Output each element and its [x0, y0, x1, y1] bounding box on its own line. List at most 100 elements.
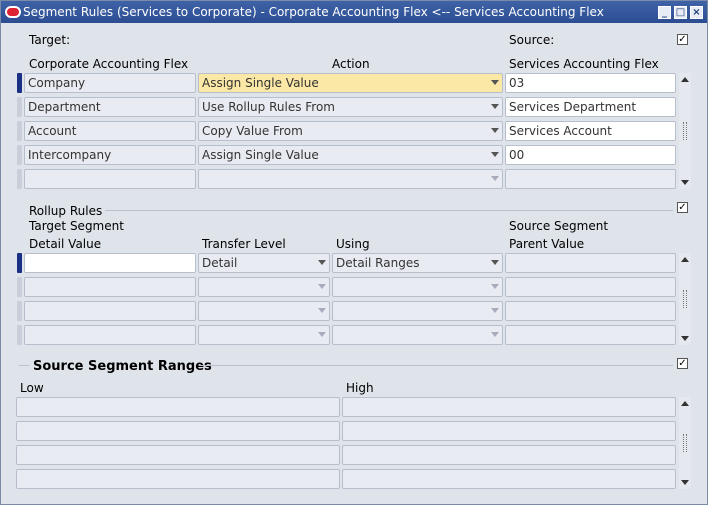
rollup-scrollbar[interactable] [679, 253, 691, 345]
scroll-up-icon[interactable] [681, 401, 689, 406]
rollup-checkbox[interactable]: ✓ [677, 202, 688, 213]
source-value-field[interactable]: Services Account [505, 121, 676, 141]
close-icon[interactable]: × [690, 6, 703, 19]
scroll-up-icon[interactable] [681, 257, 689, 262]
using-value: Detail Ranges [336, 256, 420, 270]
action-select[interactable]: Copy Value From [198, 121, 503, 141]
row-indicator[interactable] [17, 301, 22, 321]
row-indicator[interactable] [17, 121, 22, 141]
detail-value-field[interactable] [24, 253, 196, 273]
action-select[interactable]: Assign Single Value [198, 73, 503, 93]
ranges-divider [199, 365, 673, 366]
scroll-grip-icon[interactable] [683, 434, 687, 452]
chevron-down-icon [318, 260, 326, 265]
chevron-down-icon [318, 284, 326, 289]
using-select[interactable] [332, 325, 503, 345]
scroll-grip-icon[interactable] [683, 290, 687, 308]
row-indicator[interactable] [17, 277, 22, 297]
ranges-checkbox[interactable]: ✓ [677, 358, 688, 369]
scroll-down-icon[interactable] [681, 180, 689, 185]
target-segment-field[interactable]: Account [24, 121, 196, 141]
source-value-field[interactable]: 00 [505, 145, 676, 165]
col-target-segment: Target Segment [29, 219, 124, 233]
col-parent-value: Parent Value [509, 237, 585, 251]
scroll-grip-icon[interactable] [683, 122, 687, 140]
transfer-level-select[interactable] [198, 301, 330, 321]
transfer-level-select[interactable]: Detail [198, 253, 330, 273]
target-segment-field[interactable]: Department [24, 97, 196, 117]
source-checkbox[interactable]: ✓ [677, 34, 688, 45]
using-select[interactable] [332, 301, 503, 321]
action-select[interactable]: Assign Single Value [198, 145, 503, 165]
row-indicator[interactable] [17, 145, 22, 165]
source-segment-ranges-title: Source Segment Ranges [33, 359, 212, 374]
high-field[interactable] [342, 469, 676, 489]
low-field[interactable] [16, 469, 340, 489]
high-field[interactable] [342, 445, 676, 465]
transfer-level-select[interactable] [198, 325, 330, 345]
action-value: Copy Value From [202, 124, 303, 138]
parent-value-field[interactable] [505, 253, 676, 273]
title-bar: Segment Rules (Services to Corporate) - … [1, 1, 707, 23]
row-indicator[interactable] [17, 97, 22, 117]
detail-value-field[interactable] [24, 301, 196, 321]
col-action: Action [332, 57, 370, 71]
detail-value-field[interactable] [24, 325, 196, 345]
source-value-field[interactable] [505, 169, 676, 189]
chevron-down-icon [491, 104, 499, 109]
window-title: Segment Rules (Services to Corporate) - … [23, 5, 604, 19]
target-segment-field[interactable]: Intercompany [24, 145, 196, 165]
maximize-icon[interactable]: □ [674, 6, 687, 19]
high-field[interactable] [342, 421, 676, 441]
col-services-accounting-flex: Services Accounting Flex [509, 57, 659, 71]
target-segment-field[interactable]: Company [24, 73, 196, 93]
action-select[interactable]: Use Rollup Rules From [198, 97, 503, 117]
using-select[interactable]: Detail Ranges [332, 253, 503, 273]
low-field[interactable] [16, 397, 340, 417]
segments-scrollbar[interactable] [679, 73, 691, 189]
chevron-down-icon [491, 260, 499, 265]
scroll-up-icon[interactable] [681, 77, 689, 82]
chevron-down-icon [491, 332, 499, 337]
low-field[interactable] [16, 445, 340, 465]
using-select[interactable] [332, 277, 503, 297]
ranges-scrollbar[interactable] [679, 397, 691, 489]
source-value-field[interactable]: Services Department [505, 97, 676, 117]
source-label: Source: [509, 33, 555, 47]
row-indicator[interactable] [17, 325, 22, 345]
scroll-down-icon[interactable] [681, 480, 689, 485]
source-value-field[interactable]: 03 [505, 73, 676, 93]
detail-value-field[interactable] [24, 277, 196, 297]
scroll-down-icon[interactable] [681, 336, 689, 341]
parent-value-field[interactable] [505, 325, 676, 345]
parent-value-field[interactable] [505, 277, 676, 297]
target-segment-field[interactable] [24, 169, 196, 189]
chevron-down-icon [491, 80, 499, 85]
chevron-down-icon [491, 176, 499, 181]
transfer-level-value: Detail [202, 256, 238, 270]
chevron-down-icon [491, 308, 499, 313]
col-high: High [346, 381, 374, 395]
minimize-icon[interactable]: _ [658, 6, 671, 19]
oracle-logo-icon [5, 6, 21, 18]
chevron-down-icon [318, 332, 326, 337]
col-detail-value: Detail Value [29, 237, 102, 251]
segment-rules-window: Segment Rules (Services to Corporate) - … [0, 0, 708, 505]
transfer-level-select[interactable] [198, 277, 330, 297]
row-indicator[interactable] [17, 169, 22, 189]
col-transfer-level: Transfer Level [202, 237, 286, 251]
chevron-down-icon [491, 128, 499, 133]
low-field[interactable] [16, 421, 340, 441]
row-indicator[interactable] [17, 73, 22, 93]
action-select[interactable] [198, 169, 503, 189]
col-corporate-accounting-flex: Corporate Accounting Flex [29, 57, 189, 71]
high-field[interactable] [342, 397, 676, 417]
parent-value-field[interactable] [505, 301, 676, 321]
chevron-down-icon [318, 308, 326, 313]
ranges-divider-left [19, 365, 29, 366]
action-value: Use Rollup Rules From [202, 100, 335, 114]
rollup-divider [105, 210, 673, 211]
action-value: Assign Single Value [202, 148, 319, 162]
row-indicator[interactable] [17, 253, 22, 273]
chevron-down-icon [491, 152, 499, 157]
